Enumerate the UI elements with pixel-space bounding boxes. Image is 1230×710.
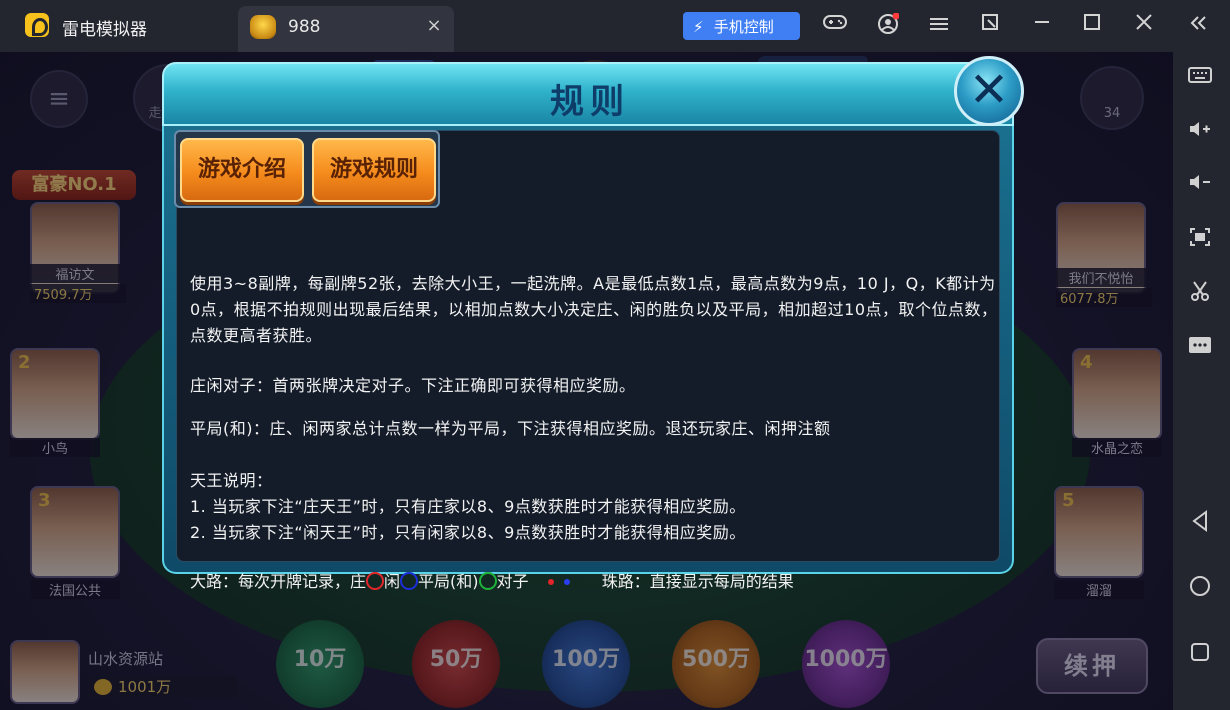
more-icon[interactable] bbox=[1185, 335, 1215, 361]
tab-988[interactable]: 988 × bbox=[238, 6, 454, 52]
dialog-close-button[interactable]: ✕ bbox=[954, 56, 1024, 126]
legend-prefix: 大路：每次开牌记录，庄 bbox=[190, 572, 367, 591]
title-bar: 雷电模拟器 988 × ⚡ 手机控制 bbox=[0, 0, 1230, 52]
recents-icon[interactable] bbox=[1185, 641, 1215, 667]
blue-dot-icon bbox=[563, 579, 570, 585]
rules-paragraph: 2. 当玩家下注“闲天王”时，只有闲家以8、9点数获胜时才能获得相应奖励。 bbox=[190, 523, 746, 542]
rules-paragraph: 天王说明： bbox=[190, 471, 273, 490]
volume-down-icon[interactable] bbox=[1185, 173, 1215, 199]
legend-pair: 对子 bbox=[496, 572, 529, 591]
tab-game-rules[interactable]: 游戏规则 bbox=[312, 138, 436, 202]
dialog-title: 规则 bbox=[550, 82, 630, 122]
close-icon[interactable] bbox=[1131, 13, 1157, 39]
phone-control-label: 手机控制 bbox=[713, 18, 774, 36]
collapse-icon[interactable] bbox=[1186, 13, 1212, 39]
app-title: 雷电模拟器 bbox=[62, 20, 147, 40]
keyboard-icon[interactable] bbox=[1185, 66, 1215, 92]
rules-paragraph: 庄闲对子：首两张牌决定对子。下注正确即可获得相应奖励。 bbox=[190, 376, 636, 395]
banker-ring-icon bbox=[366, 572, 385, 590]
emulator-window: 雷电模拟器 988 × ⚡ 手机控制 ≡ 34 富豪NO.1 福访文 7509.… bbox=[0, 0, 1230, 710]
tie-ring-icon bbox=[478, 572, 497, 590]
legend-tie: 平局(和) bbox=[418, 572, 479, 591]
back-icon[interactable] bbox=[1185, 510, 1215, 536]
app-logo-icon bbox=[25, 13, 49, 37]
phone-control-button[interactable]: ⚡ 手机控制 bbox=[683, 12, 800, 40]
volume-up-icon[interactable] bbox=[1185, 120, 1215, 146]
scissors-icon[interactable] bbox=[1185, 280, 1215, 306]
home-icon[interactable] bbox=[1185, 575, 1215, 601]
side-toolbar bbox=[1173, 52, 1230, 710]
gamepad-icon[interactable] bbox=[822, 13, 848, 39]
tab-game-intro[interactable]: 游戏介绍 bbox=[180, 138, 304, 202]
bolt-icon: ⚡ bbox=[693, 18, 704, 36]
menu-icon[interactable] bbox=[926, 13, 952, 39]
rules-paragraph: 使用3~8副牌，每副牌52张，去除大小王，一起洗牌。A是最低点数1点，最高点数为… bbox=[190, 274, 998, 345]
player-ring-icon bbox=[400, 572, 419, 590]
rules-paragraph: 平局(和)：庄、闲两家总计点数一样为平局，下注获得相应奖励。退还玩家庄、闲押注额 bbox=[190, 419, 831, 438]
rules-paragraph: 1. 当玩家下注“庄天王”时，只有庄家以8、9点数获胜时才能获得相应奖励。 bbox=[190, 497, 746, 516]
popout-icon[interactable] bbox=[977, 13, 1003, 39]
legend-bead-road: 珠路：直接显示每局的结果 bbox=[601, 572, 794, 591]
dialog-tab-bar: 游戏介绍 游戏规则 bbox=[174, 130, 440, 208]
game-app-icon bbox=[250, 15, 276, 39]
maximize-icon[interactable] bbox=[1079, 13, 1105, 39]
dialog-header: 规则 bbox=[162, 62, 1014, 126]
account-icon[interactable] bbox=[875, 12, 901, 39]
road-legend: 大路：每次开牌记录，庄闲平局(和) 对子 珠路：直接显示每局的结果 bbox=[190, 569, 1000, 595]
minimize-icon[interactable] bbox=[1029, 13, 1055, 39]
tab-label: 988 bbox=[288, 17, 321, 37]
legend-player: 闲 bbox=[384, 572, 401, 591]
screenshot-icon[interactable] bbox=[1185, 227, 1215, 253]
tab-close-icon[interactable]: × bbox=[424, 15, 444, 36]
red-dot-icon bbox=[547, 579, 554, 585]
